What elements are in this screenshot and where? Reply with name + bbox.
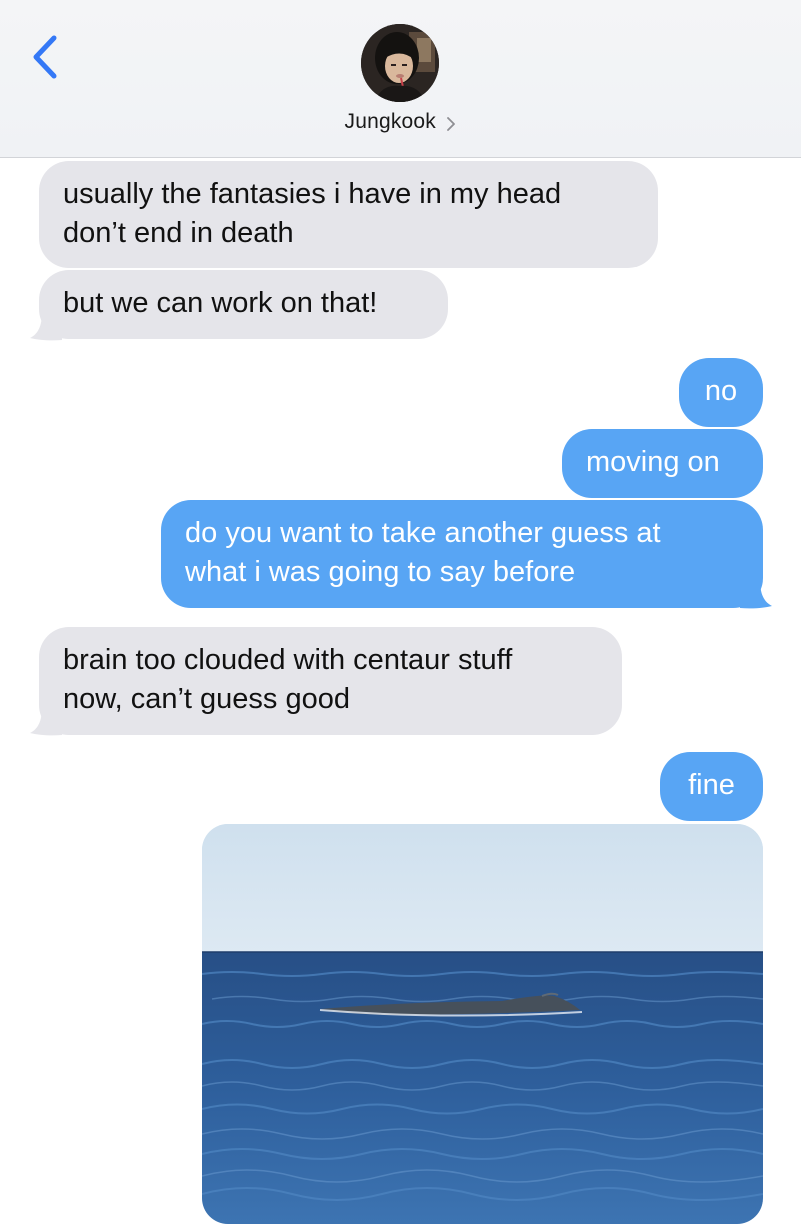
message-bubble-outgoing[interactable]: do you want to take another guess at wha…	[161, 500, 763, 608]
bubble-tail-incoming	[30, 308, 62, 341]
message-line: now, can’t guess good	[63, 683, 350, 715]
message-line: no	[704, 375, 738, 407]
chevron-right-icon	[447, 116, 456, 131]
message-line: what i was going to say before	[185, 556, 576, 588]
back-button[interactable]	[26, 32, 66, 82]
message-line: fine	[688, 769, 735, 801]
bubble-tail-incoming	[30, 703, 62, 736]
conversation-header: Jungkook	[0, 0, 801, 158]
message-bubble-incoming[interactable]: but we can work on that!	[39, 270, 448, 339]
message-bubble-outgoing[interactable]: moving on	[562, 429, 763, 498]
message-bubble-incoming[interactable]: brain too clouded with centaur stuff now…	[39, 627, 622, 735]
avatar-photo	[361, 24, 439, 102]
contact-avatar[interactable]	[361, 24, 439, 102]
message-line: usually the fantasies i have in my head	[63, 178, 562, 210]
message-line: brain too clouded with centaur stuff	[63, 644, 513, 676]
message-line: don’t end in death	[63, 217, 294, 249]
bubble-tail-outgoing	[740, 576, 772, 609]
photo-image	[202, 824, 763, 1224]
message-line: but we can work on that!	[63, 287, 378, 319]
message-line: do you want to take another guess at	[185, 517, 661, 549]
contact-name: Jungkook	[344, 110, 437, 133]
message-bubble-outgoing[interactable]: no	[679, 358, 763, 427]
message-bubble-outgoing[interactable]: fine	[660, 752, 763, 821]
ocean-whale-photo[interactable]	[202, 824, 763, 1224]
chevron-left-icon	[33, 35, 57, 79]
contact-name-button[interactable]: Jungkook	[0, 110, 801, 134]
message-bubble-incoming[interactable]: usually the fantasies i have in my head …	[39, 161, 658, 268]
message-line: moving on	[586, 446, 720, 478]
